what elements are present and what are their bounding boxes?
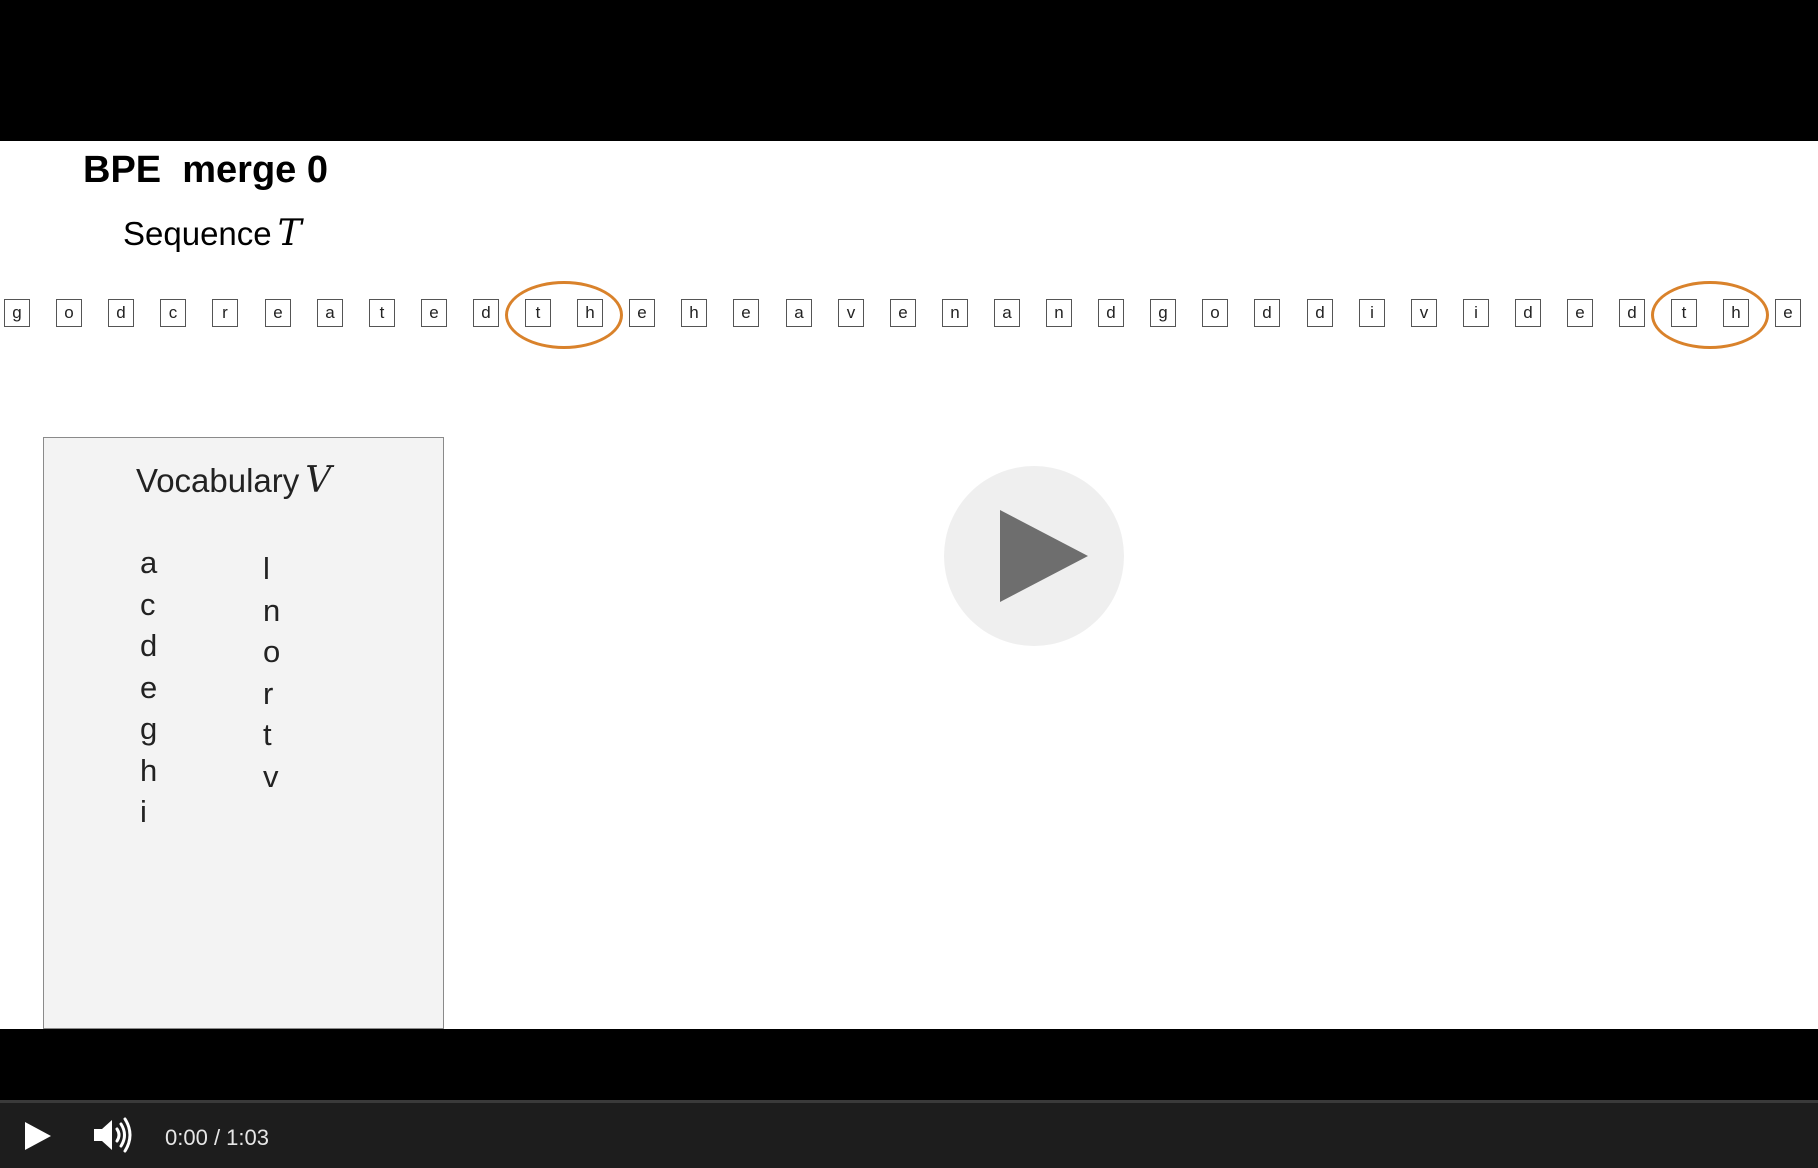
vocabulary-item: d (140, 628, 158, 663)
sequence-token: g (1150, 299, 1176, 327)
sequence-token: r (212, 299, 238, 327)
sequence-token: a (994, 299, 1020, 327)
current-time: 0:00 (165, 1125, 208, 1150)
vocabulary-item: e (140, 669, 158, 705)
vocabulary-item: a (140, 545, 158, 580)
play-icon (1000, 510, 1088, 602)
progress-track[interactable] (0, 1100, 1818, 1103)
vocabulary-item: i (140, 794, 147, 829)
vocabulary-item: c (140, 586, 156, 622)
vocabulary-item: l (263, 551, 270, 586)
time-display: 0:00 / 1:03 (165, 1125, 269, 1151)
vocabulary-panel: Vocabulary V acdeghi lnortv (43, 437, 444, 1029)
sequence-token: e (1775, 299, 1801, 327)
sequence-token: c (160, 299, 186, 327)
sequence-token: a (786, 299, 812, 327)
play-button[interactable] (18, 1118, 54, 1154)
vocabulary-item: t (263, 717, 272, 752)
sequence-token: a (317, 299, 343, 327)
sequence-token: v (838, 299, 864, 327)
big-play-button[interactable] (944, 466, 1124, 646)
sequence-token: g (4, 299, 30, 327)
sequence-token: e (890, 299, 916, 327)
vocabulary-item: g (140, 711, 158, 746)
sequence-token: n (942, 299, 968, 327)
sequence-token: i (1359, 299, 1385, 327)
sequence-token: d (473, 299, 499, 327)
sequence-token: h (681, 299, 707, 327)
sequence-token: e (629, 299, 655, 327)
time-separator: / (207, 1125, 227, 1150)
video-frame: BPE merge 0 Sequence T godcreatedtheheave… (0, 141, 1818, 1029)
sequence-token: e (733, 299, 759, 327)
sequence-token: d (1619, 299, 1645, 327)
vocabulary-item: r (263, 675, 274, 711)
vocabulary-column-2: lnortv (263, 548, 293, 797)
sequence-token: o (56, 299, 82, 327)
sequence-token: i (1463, 299, 1489, 327)
vocabulary-variable: V (305, 460, 332, 501)
sequence-token: d (1307, 299, 1333, 327)
vocabulary-item: v (263, 758, 279, 794)
vocabulary-item: o (263, 634, 281, 669)
sequence-token: e (265, 299, 291, 327)
sequence-token: d (1515, 299, 1541, 327)
token-sequence: godcreatedtheheavenandgoddividedthe (0, 141, 1818, 391)
volume-icon (94, 1117, 132, 1153)
control-bar: 0:00 / 1:03 (0, 1100, 1818, 1168)
merge-pair-highlight (505, 281, 623, 349)
sequence-token: d (1098, 299, 1124, 327)
sequence-token: d (1254, 299, 1280, 327)
sequence-token: o (1202, 299, 1228, 327)
video-player[interactable]: BPE merge 0 Sequence T godcreatedtheheave… (0, 0, 1818, 1168)
vocabulary-title: Vocabulary V (136, 460, 331, 501)
play-icon (25, 1122, 51, 1150)
vocabulary-item: n (263, 592, 281, 628)
sequence-token: e (1567, 299, 1593, 327)
duration: 1:03 (226, 1125, 269, 1150)
merge-pair-highlight (1651, 281, 1769, 349)
sequence-token: t (369, 299, 395, 327)
vocabulary-item: h (140, 752, 158, 788)
sequence-token: e (421, 299, 447, 327)
volume-button[interactable] (92, 1116, 134, 1154)
sequence-token: n (1046, 299, 1072, 327)
vocabulary-column-1: acdeghi (140, 542, 170, 833)
sequence-token: d (108, 299, 134, 327)
vocabulary-title-text: Vocabulary (136, 462, 300, 499)
sequence-token: v (1411, 299, 1437, 327)
